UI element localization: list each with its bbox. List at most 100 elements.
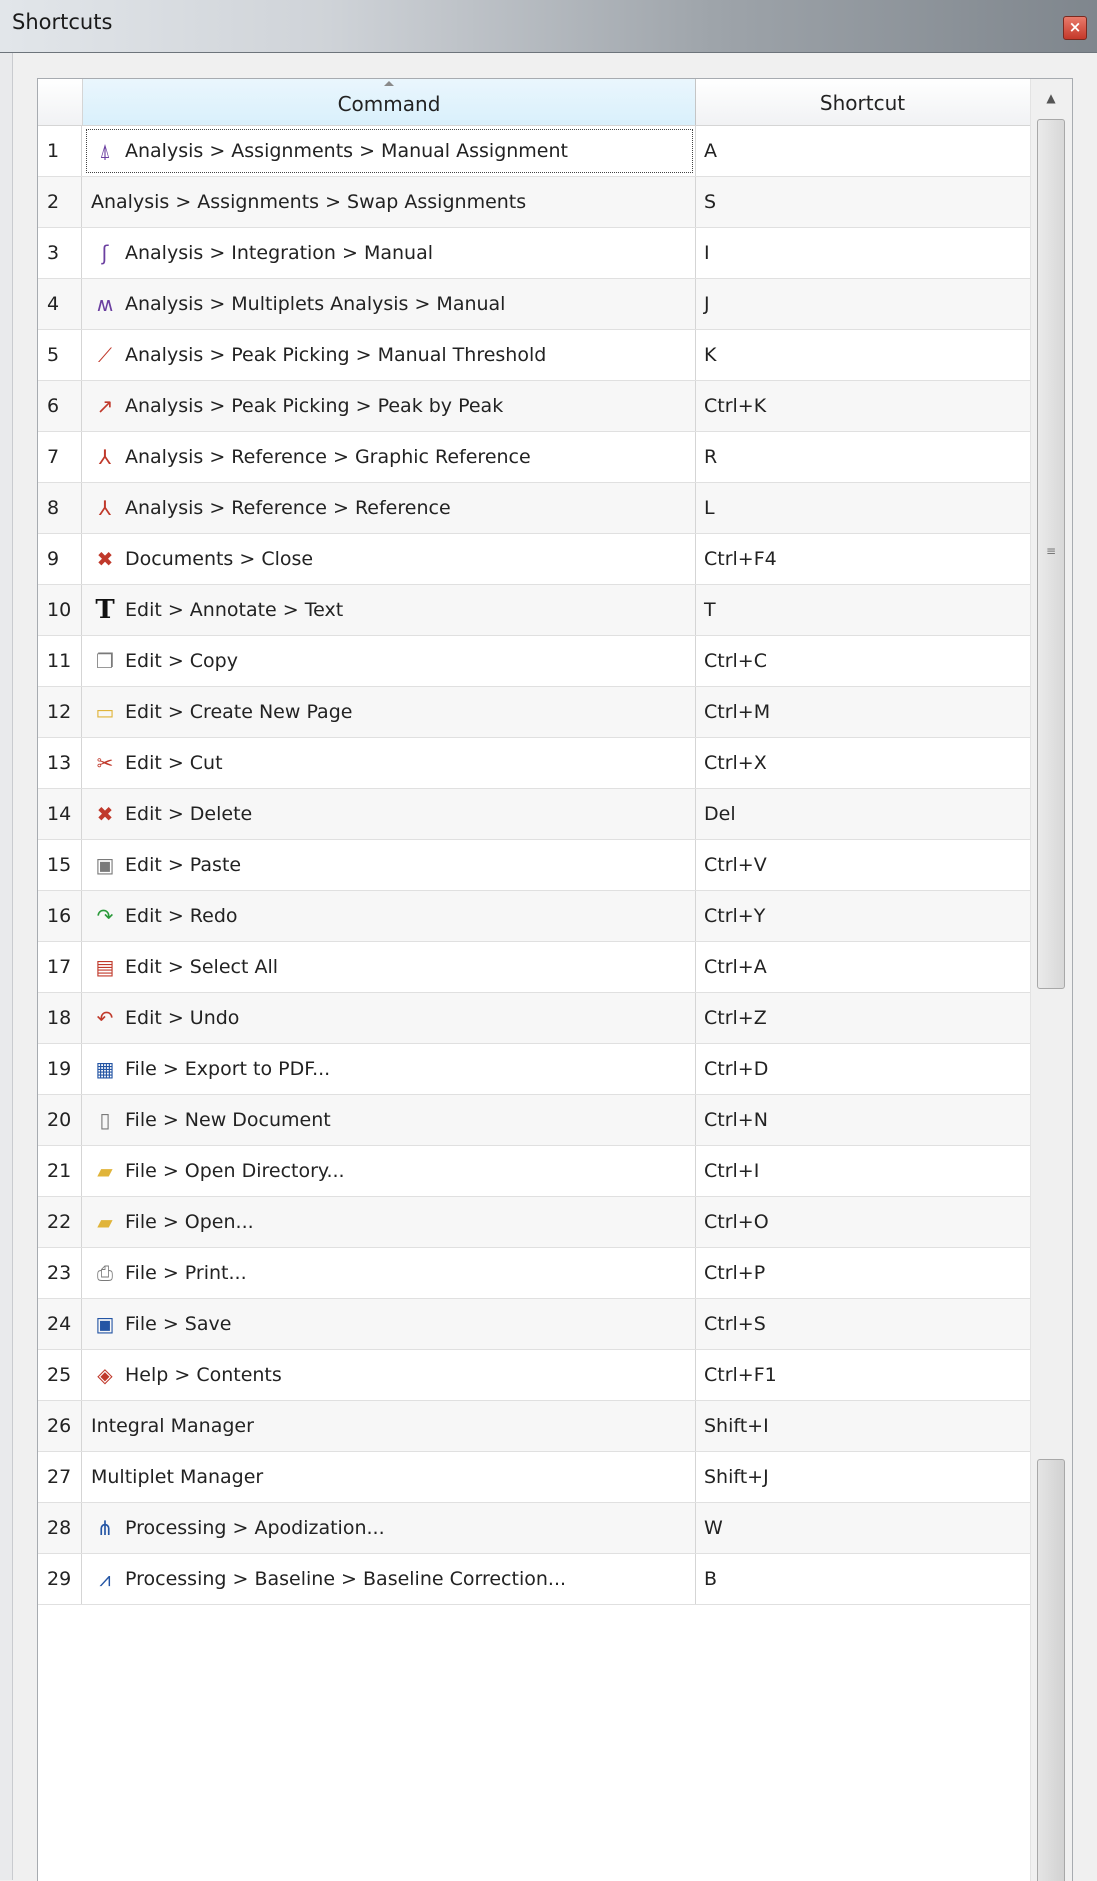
command-cell[interactable]: ▣ File > Save xyxy=(83,1299,696,1349)
command-cell[interactable]: ↗ Analysis > Peak Picking > Peak by Peak xyxy=(83,381,696,431)
command-cell[interactable]: ▭ Edit > Create New Page xyxy=(83,687,696,737)
close-icon[interactable]: × xyxy=(1063,16,1087,40)
command-cell[interactable]: ▣ Edit > Paste xyxy=(83,840,696,890)
command-cell[interactable]: ⎙ File > Print... xyxy=(83,1248,696,1298)
shortcut-cell[interactable]: T xyxy=(696,585,1029,635)
shortcut-cell[interactable]: Ctrl+F1 xyxy=(696,1350,1029,1400)
command-cell[interactable]: ▯ File > New Document xyxy=(83,1095,696,1145)
shortcut-cell[interactable]: Ctrl+X xyxy=(696,738,1029,788)
command-label: Analysis > Integration > Manual xyxy=(125,242,434,264)
row-number: 15 xyxy=(38,840,82,890)
shortcut-cell[interactable]: Ctrl+K xyxy=(696,381,1029,431)
shortcut-cell[interactable]: L xyxy=(696,483,1029,533)
scroll-up-icon[interactable]: ▲ xyxy=(1035,83,1067,113)
table-row[interactable]: 1 ⍋ Analysis > Assignments > Manual Assign… xyxy=(38,126,1030,177)
save-icon: ▣ xyxy=(95,1312,115,1336)
shortcut-cell[interactable]: Shift+I xyxy=(696,1401,1029,1451)
table-row[interactable]: 5 ⟋ Analysis > Peak Picking > Manual Thres… xyxy=(38,330,1030,381)
scrollbar-track-lower[interactable] xyxy=(1037,1459,1065,1881)
table-row[interactable]: 23 ⎙ File > Print... Ctrl+P xyxy=(38,1248,1030,1299)
shortcut-cell[interactable]: Ctrl+Z xyxy=(696,993,1029,1043)
table-row[interactable]: 3 ʃ Analysis > Integration > Manual I xyxy=(38,228,1030,279)
table-row[interactable]: 22 ▰ File > Open... Ctrl+O xyxy=(38,1197,1030,1248)
shortcut-cell[interactable]: Ctrl+I xyxy=(696,1146,1029,1196)
table-row[interactable]: 8 ⅄ Analysis > Reference > Reference L xyxy=(38,483,1030,534)
table-row[interactable]: 2 Analysis > Assignments > Swap Assignmen… xyxy=(38,177,1030,228)
column-header-shortcut[interactable]: Shortcut xyxy=(696,79,1029,125)
command-cell[interactable]: ⅄ Analysis > Reference > Graphic Referenc… xyxy=(83,432,696,482)
command-cell[interactable]: ▦ File > Export to PDF... xyxy=(83,1044,696,1094)
table-row[interactable]: 7 ⅄ Analysis > Reference > Graphic Referen… xyxy=(38,432,1030,483)
command-cell[interactable]: ▰ File > Open... xyxy=(83,1197,696,1247)
table-row[interactable]: 10 T Edit > Annotate > Text T xyxy=(38,585,1030,636)
shortcut-cell[interactable]: K xyxy=(696,330,1029,380)
table-row[interactable]: 12 ▭ Edit > Create New Page Ctrl+M xyxy=(38,687,1030,738)
command-cell[interactable]: ✖ Edit > Delete xyxy=(83,789,696,839)
command-cell[interactable]: ʃ Analysis > Integration > Manual xyxy=(83,228,696,278)
command-cell[interactable]: ◈ Help > Contents xyxy=(83,1350,696,1400)
shortcut-cell[interactable]: Ctrl+D xyxy=(696,1044,1029,1094)
command-cell[interactable]: ↷ Edit > Redo xyxy=(83,891,696,941)
row-number: 22 xyxy=(38,1197,82,1247)
table-row[interactable]: 27 Multiplet Manager Shift+J xyxy=(38,1452,1030,1503)
table-row[interactable]: 15 ▣ Edit > Paste Ctrl+V xyxy=(38,840,1030,891)
command-cell[interactable]: ✂ Edit > Cut xyxy=(83,738,696,788)
table-row[interactable]: 14 ✖ Edit > Delete Del xyxy=(38,789,1030,840)
shortcut-cell[interactable]: Ctrl+A xyxy=(696,942,1029,992)
shortcut-cell[interactable]: Ctrl+N xyxy=(696,1095,1029,1145)
table-row[interactable]: 25 ◈ Help > Contents Ctrl+F1 xyxy=(38,1350,1030,1401)
command-cell[interactable]: Integral Manager xyxy=(83,1401,696,1451)
shortcut-cell[interactable]: J xyxy=(696,279,1029,329)
row-number: 9 xyxy=(38,534,82,584)
command-cell[interactable]: ⋔ Processing > Apodization... xyxy=(83,1503,696,1553)
table-row[interactable]: 6 ↗ Analysis > Peak Picking > Peak by Peak… xyxy=(38,381,1030,432)
table-row[interactable]: 29 ⩘ Processing > Baseline > Baseline Corr… xyxy=(38,1554,1030,1605)
shortcut-cell[interactable]: S xyxy=(696,177,1029,227)
table-row[interactable]: 20 ▯ File > New Document Ctrl+N xyxy=(38,1095,1030,1146)
shortcut-cell[interactable]: B xyxy=(696,1554,1029,1604)
shortcut-cell[interactable]: Ctrl+F4 xyxy=(696,534,1029,584)
command-cell[interactable]: ⅄ Analysis > Reference > Reference xyxy=(83,483,696,533)
table-row[interactable]: 16 ↷ Edit > Redo Ctrl+Y xyxy=(38,891,1030,942)
command-cell[interactable]: ʍ Analysis > Multiplets Analysis > Manual xyxy=(83,279,696,329)
shortcut-cell[interactable]: Ctrl+S xyxy=(696,1299,1029,1349)
table-row[interactable]: 17 ▤ Edit > Select All Ctrl+A xyxy=(38,942,1030,993)
table-row[interactable]: 26 Integral Manager Shift+I xyxy=(38,1401,1030,1452)
table-row[interactable]: 24 ▣ File > Save Ctrl+S xyxy=(38,1299,1030,1350)
command-cell[interactable]: ▰ File > Open Directory... xyxy=(83,1146,696,1196)
column-header-command[interactable]: Command xyxy=(83,79,696,125)
shortcut-cell[interactable]: Del xyxy=(696,789,1029,839)
table-row[interactable]: 21 ▰ File > Open Directory... Ctrl+I xyxy=(38,1146,1030,1197)
shortcut-cell[interactable]: Ctrl+Y xyxy=(696,891,1029,941)
command-cell[interactable]: Multiplet Manager xyxy=(83,1452,696,1502)
command-cell[interactable]: ⍋ Analysis > Assignments > Manual Assignm… xyxy=(83,126,696,176)
command-cell[interactable]: T Edit > Annotate > Text xyxy=(83,585,696,635)
shortcut-cell[interactable]: W xyxy=(696,1503,1029,1553)
command-cell[interactable]: ✖ Documents > Close xyxy=(83,534,696,584)
command-cell[interactable]: ❐ Edit > Copy xyxy=(83,636,696,686)
shortcut-cell[interactable]: Ctrl+O xyxy=(696,1197,1029,1247)
command-cell[interactable]: Analysis > Assignments > Swap Assignment… xyxy=(83,177,696,227)
command-cell[interactable]: ⟋ Analysis > Peak Picking > Manual Thresh… xyxy=(83,330,696,380)
vertical-scrollbar[interactable]: ▲ ≡ xyxy=(1030,79,1072,1881)
command-cell[interactable]: ↶ Edit > Undo xyxy=(83,993,696,1043)
shortcut-cell[interactable]: Ctrl+C xyxy=(696,636,1029,686)
table-row[interactable]: 11 ❐ Edit > Copy Ctrl+C xyxy=(38,636,1030,687)
command-label: Multiplet Manager xyxy=(91,1466,264,1488)
shortcut-cell[interactable]: Shift+J xyxy=(696,1452,1029,1502)
command-cell[interactable]: ▤ Edit > Select All xyxy=(83,942,696,992)
shortcut-cell[interactable]: Ctrl+P xyxy=(696,1248,1029,1298)
scrollbar-thumb[interactable]: ≡ xyxy=(1037,119,1065,989)
table-row[interactable]: 28 ⋔ Processing > Apodization... W xyxy=(38,1503,1030,1554)
table-row[interactable]: 4 ʍ Analysis > Multiplets Analysis > Manua… xyxy=(38,279,1030,330)
table-row[interactable]: 13 ✂ Edit > Cut Ctrl+X xyxy=(38,738,1030,789)
shortcut-cell[interactable]: R xyxy=(696,432,1029,482)
table-row[interactable]: 19 ▦ File > Export to PDF... Ctrl+D xyxy=(38,1044,1030,1095)
table-row[interactable]: 9 ✖ Documents > Close Ctrl+F4 xyxy=(38,534,1030,585)
table-row[interactable]: 18 ↶ Edit > Undo Ctrl+Z xyxy=(38,993,1030,1044)
shortcut-cell[interactable]: I xyxy=(696,228,1029,278)
shortcut-cell[interactable]: Ctrl+M xyxy=(696,687,1029,737)
shortcut-cell[interactable]: Ctrl+V xyxy=(696,840,1029,890)
shortcut-cell[interactable]: A xyxy=(696,126,1029,176)
command-cell[interactable]: ⩘ Processing > Baseline > Baseline Correc… xyxy=(83,1554,696,1604)
